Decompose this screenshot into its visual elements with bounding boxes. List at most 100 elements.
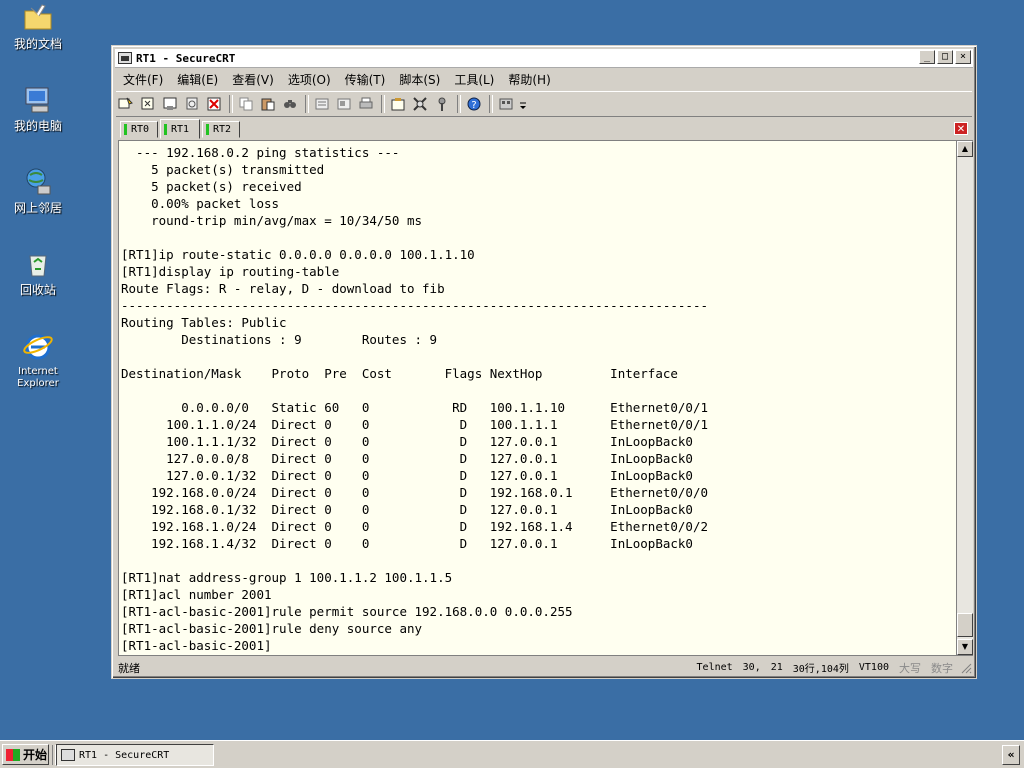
desktop-icon-label: 我的文档 — [13, 37, 62, 51]
status-ready: 就绪 — [118, 661, 140, 675]
status-num: 数字 — [931, 661, 953, 675]
terminal-line: 127.0.0.0/8 Direct 0 0 D 127.0.0.1 InLoo… — [121, 451, 693, 466]
terminal-line: round-trip min/avg/max = 10/34/50 ms — [121, 213, 423, 228]
menu-edit[interactable]: 编辑(E) — [170, 71, 225, 88]
terminal-line: [RT1-acl-basic-2001]rule permit source 1… — [121, 604, 573, 619]
status-col: 21 — [770, 662, 783, 673]
connect-icon[interactable] — [116, 95, 136, 113]
status-protocol: Telnet — [696, 662, 733, 673]
securecrt-app-icon — [61, 749, 75, 761]
copy-icon[interactable] — [236, 95, 256, 113]
session-options-icon[interactable] — [388, 95, 408, 113]
window-controls: _ □ × — [917, 50, 971, 64]
terminal-line: [RT1-acl-basic-2001] — [121, 638, 272, 653]
desktop-icon-label: 我的电脑 — [13, 119, 62, 133]
toolbar: ? — [116, 91, 972, 117]
connected-status-icon — [124, 124, 127, 135]
terminal-line: --- 192.168.0.2 ping statistics --- — [121, 145, 400, 160]
tab-rt1[interactable]: RT1 — [160, 119, 200, 139]
desktop-icon-label: Internet Explorer — [17, 366, 59, 389]
scroll-up-icon[interactable]: ▲ — [957, 141, 973, 157]
desktop-icon-my-documents[interactable]: 我的文档 — [4, 2, 72, 51]
taskbar-button-label: RT1 - SecureCRT — [79, 749, 170, 761]
network-icon — [22, 166, 54, 198]
toolbar-separator — [381, 95, 385, 113]
terminal-output[interactable]: --- 192.168.0.2 ping statistics --- 5 pa… — [118, 140, 957, 656]
desktop-icon-label: 网上邻居 — [13, 201, 62, 215]
menu-options[interactable]: 选项(O) — [281, 71, 338, 88]
toolbar-separator — [489, 95, 493, 113]
paste-icon[interactable] — [258, 95, 278, 113]
menu-file[interactable]: 文件(F) — [116, 71, 170, 88]
tab-rt2[interactable]: RT2 — [202, 121, 240, 138]
svg-text:?: ? — [471, 100, 476, 111]
close-button[interactable]: × — [955, 50, 971, 64]
global-options-icon[interactable] — [410, 95, 430, 113]
menu-tools[interactable]: 工具(L) — [447, 71, 501, 88]
quick-connect-icon[interactable] — [138, 95, 158, 113]
window-title: RT1 - SecureCRT — [136, 51, 236, 65]
menu-script[interactable]: 脚本(S) — [392, 71, 447, 88]
terminal-line: [RT1]acl number 2001 — [121, 587, 272, 602]
terminal-line: ----------------------------------------… — [121, 298, 708, 313]
title-bar[interactable]: RT1 - SecureCRT _ □ × — [115, 49, 973, 68]
desktop-icon-network[interactable]: 网上邻居 — [4, 166, 72, 215]
start-button[interactable]: 开始 — [2, 744, 49, 765]
terminal-line: 192.168.0.0/24 Direct 0 0 D 192.168.0.1 … — [121, 485, 708, 500]
taskbar-button-securecrt[interactable]: RT1 - SecureCRT — [56, 744, 214, 766]
terminal-line: [RT1]nat address-group 1 100.1.1.2 100.1… — [121, 570, 453, 585]
desktop-icon-my-computer[interactable]: 我的电脑 — [4, 84, 72, 133]
status-emulation: VT100 — [858, 662, 889, 673]
menu-transfer[interactable]: 传输(T) — [338, 71, 393, 88]
disconnect-icon[interactable] — [204, 95, 224, 113]
internet-explorer-icon — [22, 330, 54, 362]
find-icon[interactable] — [280, 95, 300, 113]
menu-help[interactable]: 帮助(H) — [501, 71, 557, 88]
reconnect-icon[interactable] — [182, 95, 202, 113]
maximize-button[interactable]: □ — [937, 50, 953, 64]
securecrt-app-icon — [118, 52, 132, 64]
terminal-line: [RT1]ip route-static 0.0.0.0 0.0.0.0 100… — [121, 247, 475, 262]
print-selection-icon[interactable] — [334, 95, 354, 113]
minimize-button[interactable]: _ — [919, 50, 935, 64]
toolbar-overflow-icon[interactable] — [518, 95, 528, 113]
connect-in-tab-icon[interactable] — [160, 95, 180, 113]
windows-logo-icon — [6, 748, 20, 761]
desktop-icon-recycle-bin[interactable]: 回收站 — [4, 248, 72, 297]
tab-label: RT2 — [213, 124, 232, 135]
vertical-scrollbar[interactable]: ▲ ▼ — [957, 140, 973, 656]
scroll-down-icon[interactable]: ▼ — [957, 639, 973, 655]
resize-grip-icon[interactable] — [960, 662, 972, 674]
button-bar-icon[interactable] — [496, 95, 516, 113]
tray-expand-icon[interactable]: « — [1002, 745, 1020, 765]
terminal-line: 192.168.1.0/24 Direct 0 0 D 192.168.1.4 … — [121, 519, 708, 534]
recycle-bin-icon — [22, 248, 54, 280]
tab-label: RT0 — [131, 124, 150, 135]
desktop-icon-internet-explorer[interactable]: Internet Explorer — [4, 330, 72, 390]
menu-view[interactable]: 查看(V) — [225, 71, 281, 88]
computer-icon — [22, 84, 54, 116]
connected-status-icon — [206, 124, 209, 135]
tab-rt0[interactable]: RT0 — [120, 121, 158, 138]
terminal-line: 192.168.1.4/32 Direct 0 0 D 127.0.0.1 In… — [121, 536, 693, 551]
scrollbar-thumb[interactable] — [957, 613, 973, 637]
keymap-icon[interactable] — [432, 95, 452, 113]
terminal-line: Destinations : 9 Routes : 9 — [121, 332, 438, 347]
securecrt-window: RT1 - SecureCRT _ □ × 文件(F) 编辑(E) 查看(V) … — [111, 45, 977, 679]
status-size: 30行,104列 — [792, 664, 849, 675]
close-tab-icon[interactable]: ✕ — [954, 122, 968, 135]
taskbar: 开始 RT1 - SecureCRT « — [0, 740, 1024, 768]
print-icon[interactable] — [356, 95, 376, 113]
terminal-line: Destination/Mask Proto Pre Cost Flags Ne… — [121, 366, 678, 381]
terminal-line: [RT1-acl-basic-2001]rule deny source any — [121, 621, 423, 636]
start-label: 开始 — [23, 748, 48, 762]
terminal-line: 5 packet(s) transmitted — [121, 162, 325, 177]
folder-icon — [22, 2, 54, 34]
terminal-line: 127.0.0.1/32 Direct 0 0 D 127.0.0.1 InLo… — [121, 468, 693, 483]
terminal-line: 100.1.1.0/24 Direct 0 0 D 100.1.1.1 Ethe… — [121, 417, 708, 432]
print-screen-icon[interactable] — [312, 95, 332, 113]
help-icon[interactable]: ? — [464, 95, 484, 113]
